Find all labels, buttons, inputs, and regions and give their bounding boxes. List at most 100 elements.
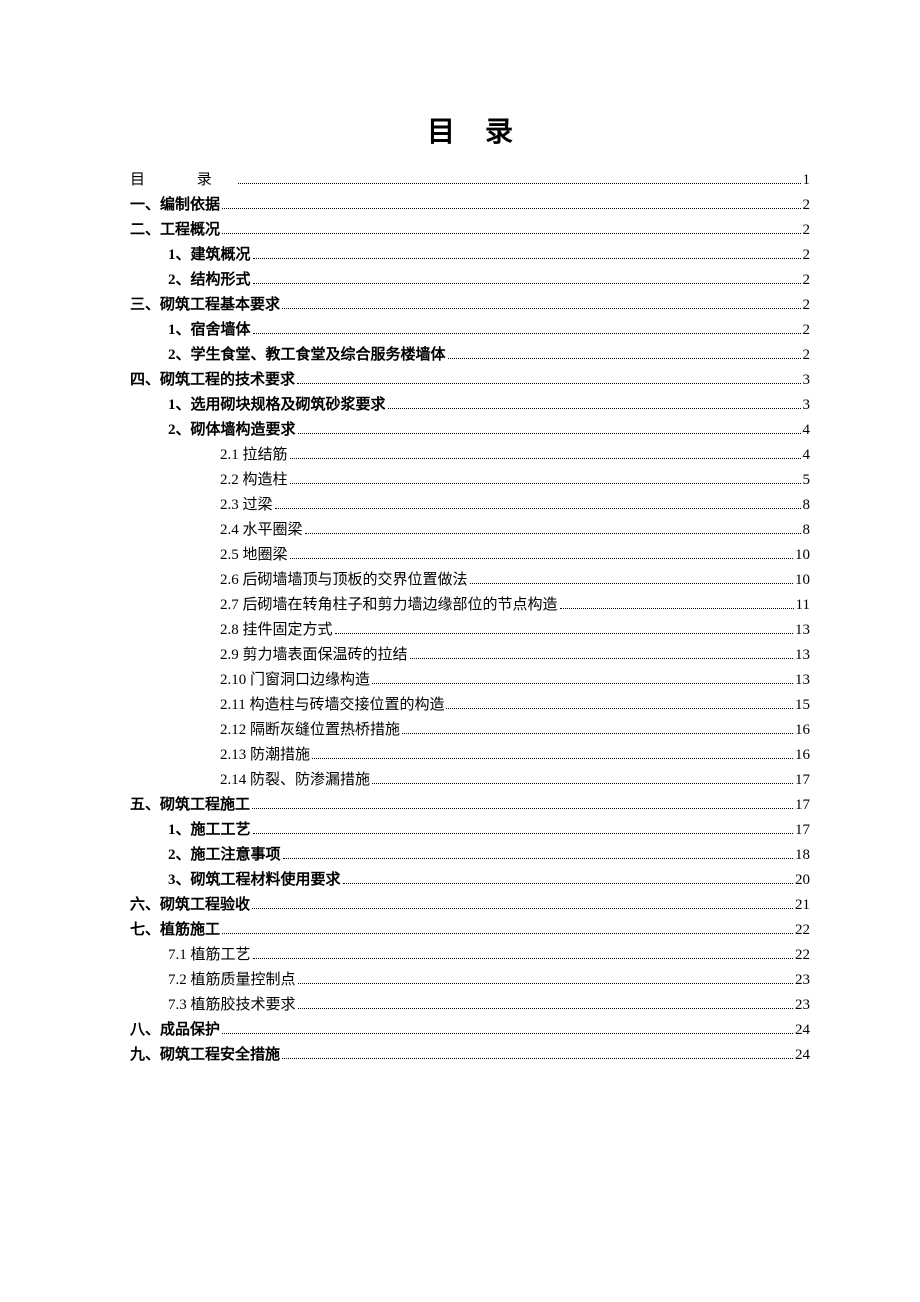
toc-leader-dots — [312, 746, 793, 759]
toc-entry: 2、学生食堂、教工食堂及综合服务楼墙体 2 — [130, 343, 810, 367]
toc-leader-dots — [470, 571, 793, 584]
toc-entry: 2.4 水平圈梁8 — [130, 518, 810, 542]
toc-label: 7.3 植筋胶技术要求 — [168, 993, 296, 1017]
toc-entry: 2.10 门窗洞口边缘构造13 — [130, 668, 810, 692]
toc-label: 2.9 剪力墙表面保温砖的拉结 — [220, 643, 408, 667]
toc-label: 2、学生食堂、教工食堂及综合服务楼墙体 — [168, 343, 446, 367]
toc-label: 2.11 构造柱与砖墙交接位置的构造 — [220, 693, 444, 717]
toc-page-number: 3 — [803, 368, 811, 392]
toc-leader-dots — [410, 646, 793, 659]
toc-entry: 2、砌体墙构造要求4 — [130, 418, 810, 442]
toc-entry: 2.1 拉结筋4 — [130, 443, 810, 467]
toc-label: 七、植筋施工 — [130, 918, 220, 942]
toc-page-number: 17 — [795, 793, 810, 817]
toc-page-number: 11 — [796, 593, 810, 617]
toc-label: 2.2 构造柱 — [220, 468, 288, 492]
toc-page-number: 13 — [795, 618, 810, 642]
toc-page-number: 20 — [795, 868, 810, 892]
toc-page-number: 10 — [795, 568, 810, 592]
toc-leader-dots — [253, 271, 801, 284]
document-page: 目录 目 录1一、编制依据2二、工程概况21、建筑概况22、结构形式2三、砌筑工… — [0, 0, 920, 1067]
toc-leader-dots — [305, 521, 801, 534]
toc-leader-dots — [222, 921, 793, 934]
toc-label: 1、宿舍墙体 — [168, 318, 251, 342]
toc-leader-dots — [446, 696, 793, 709]
toc-leader-dots — [290, 471, 801, 484]
toc-leader-dots — [222, 196, 800, 209]
toc-label: 2、施工注意事项 — [168, 843, 281, 867]
toc-page-number: 2 — [803, 193, 811, 217]
toc-label: 2.3 过梁 — [220, 493, 273, 517]
toc-leader-dots — [290, 546, 793, 559]
toc-leader-dots — [388, 396, 801, 409]
toc-label: 7.2 植筋质量控制点 — [168, 968, 296, 992]
toc-label: 2.7 后砌墙在转角柱子和剪力墙边缘部位的节点构造 — [220, 593, 558, 617]
toc-label: 2.10 门窗洞口边缘构造 — [220, 668, 370, 692]
toc-entry: 六、砌筑工程验收 21 — [130, 893, 810, 917]
toc-page-number: 18 — [795, 843, 810, 867]
toc-leader-dots — [298, 421, 801, 434]
toc-leader-dots — [297, 371, 800, 384]
toc-entry: 2.12 隔断灰缝位置热桥措施 16 — [130, 718, 810, 742]
toc-page-number: 24 — [795, 1018, 810, 1042]
toc-page-number: 22 — [795, 943, 810, 967]
toc-page-number: 10 — [795, 543, 810, 567]
toc-label: 六、砌筑工程验收 — [130, 893, 250, 917]
toc-page-number: 2 — [803, 343, 811, 367]
toc-page-number: 23 — [795, 993, 810, 1017]
toc-entry: 2.13 防潮措施16 — [130, 743, 810, 767]
toc-entry: 八、成品保护 24 — [130, 1018, 810, 1042]
toc-leader-dots — [560, 596, 794, 609]
toc-leader-dots — [283, 846, 793, 859]
toc-leader-dots — [335, 621, 793, 634]
toc-leader-dots — [290, 446, 801, 459]
page-title: 目录 — [130, 110, 810, 150]
toc-page-number: 21 — [795, 893, 810, 917]
toc-entry: 2.3 过梁8 — [130, 493, 810, 517]
toc-page-number: 16 — [795, 718, 810, 742]
toc-label: 2.1 拉结筋 — [220, 443, 288, 467]
toc-leader-dots — [282, 1046, 793, 1059]
toc-label: 2.5 地圈梁 — [220, 543, 288, 567]
toc-entry: 七、植筋施工 22 — [130, 918, 810, 942]
toc-page-number: 5 — [803, 468, 811, 492]
toc-label: 八、成品保护 — [130, 1018, 220, 1042]
toc-leader-dots — [253, 821, 793, 834]
toc-label: 二、工程概况 — [130, 218, 220, 242]
toc-label: 九、砌筑工程安全措施 — [130, 1043, 280, 1067]
toc-leader-dots — [222, 221, 800, 234]
toc-page-number: 15 — [795, 693, 810, 717]
toc-leader-dots — [372, 771, 793, 784]
toc-label: 2、砌体墙构造要求 — [168, 418, 296, 442]
toc-page-number: 2 — [803, 318, 811, 342]
toc-entry: 1、施工工艺17 — [130, 818, 810, 842]
toc-leader-dots — [253, 946, 793, 959]
toc-leader-dots — [222, 1021, 793, 1034]
toc-entry: 2.14 防裂、防渗漏措施17 — [130, 768, 810, 792]
toc-page-number: 22 — [795, 918, 810, 942]
toc-leader-dots — [252, 896, 793, 909]
toc-entry: 三、砌筑工程基本要求2 — [130, 293, 810, 317]
toc-label: 1、选用砌块规格及砌筑砂浆要求 — [168, 393, 386, 417]
toc-page-number: 23 — [795, 968, 810, 992]
toc-entry: 五、砌筑工程施工17 — [130, 793, 810, 817]
toc-entry: 3、砌筑工程材料使用要求20 — [130, 868, 810, 892]
toc-entry: 目 录1 — [130, 168, 810, 192]
toc-entry: 四、砌筑工程的技术要求3 — [130, 368, 810, 392]
toc-page-number: 2 — [803, 218, 811, 242]
toc-leader-dots — [402, 721, 793, 734]
toc-label: 2.13 防潮措施 — [220, 743, 310, 767]
toc-entry: 2.5 地圈梁 10 — [130, 543, 810, 567]
toc-leader-dots — [252, 796, 793, 809]
toc-entry: 1、选用砌块规格及砌筑砂浆要求 3 — [130, 393, 810, 417]
toc-page-number: 3 — [803, 393, 811, 417]
toc-page-number: 13 — [795, 643, 810, 667]
toc-label: 2.12 隔断灰缝位置热桥措施 — [220, 718, 400, 742]
toc-page-number: 17 — [795, 768, 810, 792]
toc-page-number: 2 — [803, 268, 811, 292]
toc-leader-dots — [298, 971, 793, 984]
table-of-contents: 目 录1一、编制依据2二、工程概况21、建筑概况22、结构形式2三、砌筑工程基本… — [130, 168, 810, 1067]
toc-leader-dots — [298, 996, 793, 1009]
toc-label: 1、施工工艺 — [168, 818, 251, 842]
toc-entry: 1、建筑概况2 — [130, 243, 810, 267]
